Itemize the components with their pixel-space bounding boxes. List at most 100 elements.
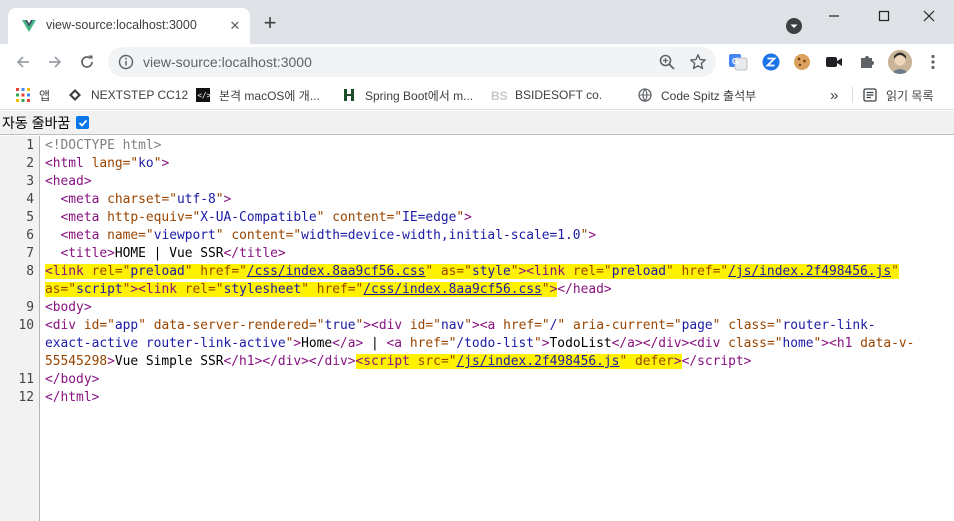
highlight-mark: <script src="/js/index.2f498456.js" defe… [355,354,682,369]
forward-button[interactable] [41,48,69,76]
new-tab-button[interactable]: + [258,12,282,36]
tag-name: script [697,354,744,369]
source-line: <meta charset="utf-8"> [60,192,232,207]
google-translate-icon: G [729,54,748,71]
attr-name: href [316,282,348,297]
attr-value: router-link- [782,318,876,333]
tab-title: view-source:localhost:3000 [46,18,197,32]
attr-name: as [45,282,61,297]
attr-value: preload [130,264,185,279]
bookmark-item[interactable]: Code Spitz 출석부 [637,85,756,105]
attr-value: style [471,264,511,279]
attr-name: as [440,264,457,279]
tab-search-icon[interactable] [784,16,804,36]
line-wrap-checkbox[interactable] [76,116,90,129]
nav-text: Home [301,336,333,351]
bookmark-label: BSIDESOFT co. [515,88,603,102]
bookmark-label: Code Spitz 출석부 [661,88,757,103]
doctype: <!DOCTYPE html> [45,138,162,153]
reading-list-icon [862,87,878,103]
attr-name: http-equiv [107,210,185,225]
tag-name: div [697,336,721,351]
source-line: <html lang="ko"> [45,156,170,171]
info-icon[interactable] [118,54,134,70]
minimize-icon [829,15,839,17]
source-line-wrap: 55545298>Vue Simple SSR</h1></div></div>… [45,354,752,369]
attr-value: stylesheet [223,282,302,297]
title-text: HOME | Vue SSR [114,246,224,261]
globe-icon [637,87,653,103]
cookie-extension-icon[interactable] [792,52,812,72]
tab-close-icon[interactable]: ✕ [226,17,244,35]
attr-name: class [728,336,767,351]
line-number: 6 [26,228,34,243]
attr-value: preload [611,264,667,279]
source-line: <link rel="preload" href="/css/index.8aa… [45,264,899,279]
diamond-icon [67,87,83,103]
tag-name: body [52,300,84,315]
close-window-button[interactable] [904,0,954,32]
source-line-wrap: as="script"><link rel="stylesheet" href=… [45,282,612,297]
reading-list-button[interactable]: 읽기 목록 [862,85,934,105]
url-text[interactable]: view-source:localhost:3000 [143,54,312,70]
attr-name: rel [572,264,597,279]
source-line: <meta http-equiv="X-UA-Compatible" conte… [60,210,472,225]
tag-name: link [145,282,177,297]
source-line: <meta name="viewport" content="width=dev… [60,228,597,243]
maximize-icon [878,10,890,22]
attr-name: defer [634,354,674,369]
attr-value: IE=edge [402,210,457,225]
video-extension-icon[interactable] [824,52,844,72]
chrome-menu-button[interactable] [923,52,943,72]
bookmark-apps[interactable]: 앱 [15,85,50,105]
close-icon [923,10,935,22]
bookmark-item[interactable]: BS BSIDESOFT co. [491,85,602,105]
back-button[interactable] [9,48,37,76]
tag-name: h1 [836,336,853,351]
translate-extension-icon[interactable]: G [728,52,748,72]
address-bar[interactable]: view-source:localhost:3000 [108,47,716,77]
bookmark-item[interactable]: </> 본격 macOS에 개... [195,85,320,105]
attr-name: data-v- [860,336,915,351]
css-link[interactable]: /css/index.8aa9cf56.css [363,282,542,297]
z-extension-icon[interactable] [761,52,781,72]
tag-name: h1 [239,354,255,369]
profile-avatar[interactable] [888,50,912,74]
line-number: 11 [18,372,34,387]
line-number: 8 [26,264,34,279]
js-link[interactable]: /js/index.2f498456.js [728,264,891,279]
vue-logo-icon [22,20,36,32]
line-number: 9 [26,300,34,315]
source-code-view: 1 2 3 4 5 6 7 8 9 10 11 12 <!DOCTYPE htm… [0,136,954,521]
bookmark-item[interactable]: Spring Boot에서 m... [341,85,473,105]
star-icon[interactable] [689,53,707,71]
attr-name: lang [91,156,123,171]
zoom-icon[interactable] [658,53,676,71]
tag-name: a [627,336,635,351]
tag-name: div [277,354,302,369]
minimize-button[interactable] [809,0,859,32]
source-line: <title>HOME | Vue SSR</title> [60,246,286,261]
arrow-right-icon [49,56,62,68]
attr-value: width=device-width,initial-scale=1.0 [301,228,581,243]
tag-name: html [52,156,84,171]
source-line: <head> [45,174,92,189]
svg-text:BS: BS [491,89,507,102]
attr-name: content [332,210,387,225]
tab-active[interactable]: view-source:localhost:3000 ✕ [8,8,250,44]
reload-button[interactable] [73,48,101,76]
js-link[interactable]: /js/index.2f498456.js [456,354,619,369]
attr-value: true [324,318,356,333]
bookmarks-overflow-button[interactable]: » [830,85,838,105]
cookie-icon [794,54,810,70]
checkmark-icon [78,119,87,127]
extensions-button[interactable] [857,52,877,72]
divider [852,87,853,103]
line-wrap-label: 자동 줄바꿈 [2,114,71,131]
bookmark-item[interactable]: NEXTSTEP CC12 [67,85,188,105]
highlight-mark: as="script"><link rel="stylesheet" href=… [45,282,558,297]
maximize-button[interactable] [859,0,909,32]
reload-icon [81,55,93,68]
arrow-left-icon [16,56,29,68]
css-link[interactable]: /css/index.8aa9cf56.css [247,264,426,279]
